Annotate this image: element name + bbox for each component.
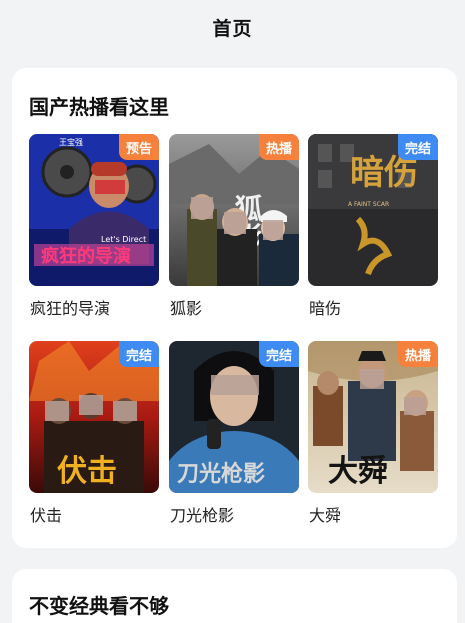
section-title: 国产热播看这里 xyxy=(29,95,169,119)
status-badge: 完结 xyxy=(118,341,159,367)
drama-card-fox-shadow[interactable]: 狐影 热播 狐影 xyxy=(169,134,299,319)
blurred-face xyxy=(263,220,283,240)
poster-title-text: 疯狂的导演 xyxy=(41,245,131,267)
drama-card-ambush[interactable]: 伏击 完结 伏击 xyxy=(29,341,159,526)
blurred-face xyxy=(45,401,69,421)
status-badge: 完结 xyxy=(258,341,299,367)
poster-title-text: 大舜 xyxy=(328,454,388,489)
poster-title-text: 伏击 xyxy=(57,454,117,489)
drama-title: 大舜 xyxy=(309,506,342,525)
section-domestic-hits: 国产热播看这里 疯狂的导演 Let's Direct 王宝强 预告 疯狂的导演 xyxy=(12,68,457,548)
poster-image[interactable]: 疯狂的导演 Let's Direct 王宝强 预告 xyxy=(29,134,159,286)
blurred-face xyxy=(79,395,103,415)
blurred-face xyxy=(211,375,259,395)
status-badge: 预告 xyxy=(118,134,159,160)
blurred-face xyxy=(360,369,384,389)
poster-image[interactable]: 狐影 热播 xyxy=(169,134,299,286)
page-title: 首页 xyxy=(212,17,253,40)
svg-text:王宝强: 王宝强 xyxy=(59,137,83,147)
drama-card-faint-scar[interactable]: 暗伤 A FAINT SCAR 完结 暗伤 xyxy=(308,134,438,319)
svg-text:A FAINT SCAR: A FAINT SCAR xyxy=(348,201,389,208)
drama-title: 刀光枪影 xyxy=(170,506,235,525)
drama-title: 狐影 xyxy=(170,299,203,318)
poster-title-text: 刀光枪影 xyxy=(177,461,265,487)
status-badge: 热播 xyxy=(258,134,299,160)
drama-title: 暗伤 xyxy=(309,299,342,318)
drama-card-blade-gun[interactable]: 刀光枪影 完结 刀光枪影 xyxy=(169,341,299,526)
status-badge: 热播 xyxy=(397,341,438,367)
top-bar: 首页 xyxy=(0,0,465,54)
section-title: 不变经典看不够 xyxy=(29,594,169,618)
section-classics: 不变经典看不够 xyxy=(12,569,457,623)
blurred-face xyxy=(113,401,137,421)
svg-text:Let's Direct: Let's Direct xyxy=(101,235,146,244)
drama-card-crazy-director[interactable]: 疯狂的导演 Let's Direct 王宝强 预告 疯狂的导演 xyxy=(29,134,159,319)
drama-title: 伏击 xyxy=(30,506,63,525)
poster-image[interactable]: 刀光枪影 完结 xyxy=(169,341,299,493)
drama-card-da-shun[interactable]: 大舜 热播 大舜 xyxy=(308,341,438,526)
poster-image[interactable]: 伏击 完结 xyxy=(29,341,159,493)
poster-image[interactable]: 大舜 热播 xyxy=(308,341,438,493)
poster-image[interactable]: 暗伤 A FAINT SCAR 完结 xyxy=(308,134,438,286)
blurred-face xyxy=(191,197,213,219)
status-badge: 完结 xyxy=(397,134,438,160)
blurred-face xyxy=(224,212,246,234)
drama-title: 疯狂的导演 xyxy=(30,299,111,318)
blurred-face xyxy=(404,397,426,415)
